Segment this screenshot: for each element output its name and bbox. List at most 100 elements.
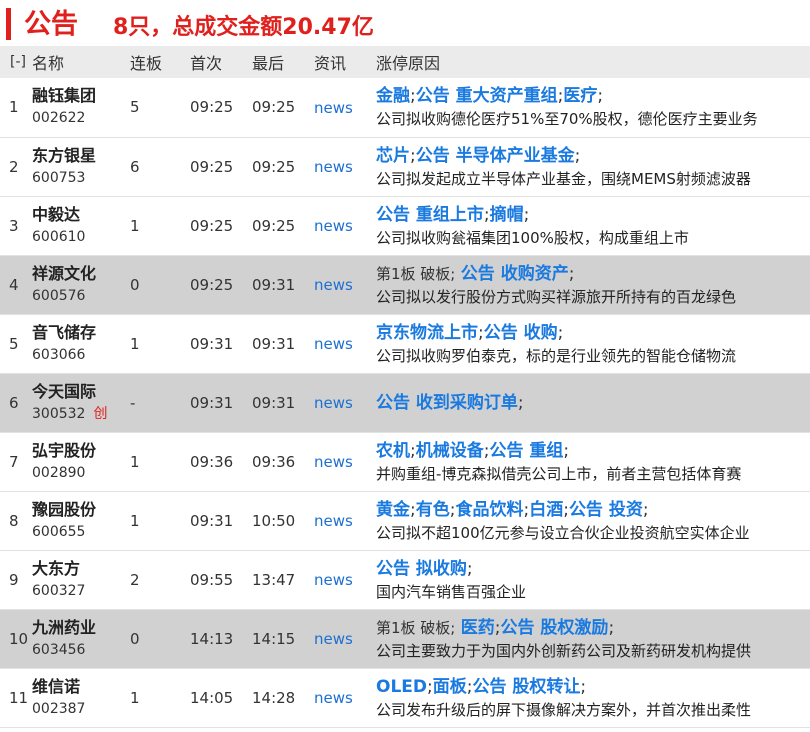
reason-tag-link[interactable]: 公告 重组上市: [376, 205, 484, 225]
reason-tag-link[interactable]: 面板: [433, 677, 467, 697]
stock-code-line: 002387: [32, 698, 130, 720]
row-index: 3: [9, 216, 19, 235]
reason-cell: 公告 拟收购; 国内汽车销售百强企业: [376, 550, 810, 609]
reason-tag-link[interactable]: 黄金: [376, 500, 410, 520]
first-limit-time: 09:31: [190, 393, 234, 412]
reason-tag-link[interactable]: 京东物流上市: [376, 323, 478, 343]
news-link[interactable]: news: [314, 571, 353, 589]
table-row[interactable]: 10 九洲药业 603456 0 14:13 14:15 news 第1板 破板; 医药;公告…: [0, 609, 810, 668]
table-row[interactable]: 4 祥源文化 600576 0 09:25 09:31 news 第1板 破板; 公告 收购资…: [0, 255, 810, 314]
stock-name-link[interactable]: 豫园股份: [32, 499, 130, 521]
news-link[interactable]: news: [314, 394, 353, 412]
reason-tag-link[interactable]: 金融: [376, 86, 410, 106]
reason-tag-link[interactable]: 公告 股权转让: [472, 677, 580, 697]
reason-tag-link[interactable]: 公告 重组: [489, 441, 563, 461]
stock-name-link[interactable]: 祥源文化: [32, 263, 130, 285]
tag-separator: ;: [574, 145, 581, 166]
table-row[interactable]: 5 音飞储存 603066 1 09:31 09:31 news 京东物流上市;公告 收购; 公…: [0, 314, 810, 373]
last-limit-time: 10:50: [252, 511, 296, 530]
reason-cell: 黄金;有色;食品饮料;白酒;公告 投资; 公司拟不超100亿元参与设立合伙企业投资…: [376, 491, 810, 550]
stock-name-link[interactable]: 东方银星: [32, 145, 130, 167]
news-link[interactable]: news: [314, 453, 353, 471]
reason-tag-link[interactable]: 公告 重大资产重组: [416, 86, 558, 106]
reason-tag-link[interactable]: 医药: [461, 618, 495, 638]
news-link[interactable]: news: [314, 276, 353, 294]
column-header-boards[interactable]: 连板: [130, 46, 190, 78]
reason-cell: 京东物流上市;公告 收购; 公司拟收购罗伯泰克，标的是行业领先的智能仓储物流: [376, 314, 810, 373]
table-row[interactable]: 9 大东方 600327 2 09:55 13:47 news 公告 拟收购; 国内汽车销售百强…: [0, 550, 810, 609]
stock-name-link[interactable]: 中毅达: [32, 204, 130, 226]
reason-tags: OLED;面板;公告 股权转让;: [376, 675, 810, 699]
row-index: 1: [9, 98, 19, 117]
reason-tag-link[interactable]: 摘帽: [490, 205, 524, 225]
stock-name-link[interactable]: 大东方: [32, 558, 130, 580]
last-limit-time: 09:31: [252, 334, 296, 353]
reason-tag-link[interactable]: 有色: [416, 500, 450, 520]
last-limit-time: 13:47: [252, 570, 296, 589]
table-row[interactable]: 3 中毅达 600610 1 09:25 09:25 news 公告 重组上市;摘帽; 公司拟收…: [0, 196, 810, 255]
reason-cell: 公告 重组上市;摘帽; 公司拟收购瓮福集团100%股权，构成重组上市: [376, 196, 810, 255]
table-row[interactable]: 8 豫园股份 600655 1 09:31 10:50 news 黄金;有色;食品饮料;白酒;…: [0, 491, 810, 550]
reason-tag-link[interactable]: 医疗: [563, 86, 597, 106]
reason-tags: 公告 拟收购;: [376, 557, 810, 581]
reason-tag-link[interactable]: 公告 收购资产: [461, 264, 569, 284]
reason-description: 公司拟收购德伦医疗51%至70%股权，德伦医疗主要业务: [376, 110, 758, 129]
reason-tag-link[interactable]: 公告 收到采购订单: [376, 393, 518, 413]
reason-tag-link[interactable]: 食品饮料: [455, 500, 523, 520]
tag-separator: ;: [466, 558, 473, 579]
table-row[interactable]: 6 今天国际 300532 创 - 09:31 09:31 news 公告 收到采购订单;: [0, 373, 810, 432]
news-link[interactable]: news: [314, 99, 353, 117]
reason-tags: 黄金;有色;食品饮料;白酒;公告 投资;: [376, 498, 810, 522]
tag-separator: ;: [517, 392, 524, 413]
table-row[interactable]: 2 东方银星 600753 6 09:25 09:25 news 芯片;公告 半导体产业基金;…: [0, 137, 810, 196]
reason-description: 公司拟以发行股份方式购买祥源旅开所持有的百龙绿色: [376, 287, 737, 306]
stock-name-link[interactable]: 弘宇股份: [32, 440, 130, 462]
news-link[interactable]: news: [314, 335, 353, 353]
stock-name-link[interactable]: 今天国际: [32, 381, 130, 403]
reason-tag-link[interactable]: OLED: [376, 677, 427, 697]
collapse-toggle[interactable]: [-]: [0, 46, 32, 78]
reason-tag-link[interactable]: 农机: [376, 441, 410, 461]
reason-tag-link[interactable]: 白酒: [529, 500, 563, 520]
row-index: 2: [9, 157, 19, 176]
news-link[interactable]: news: [314, 217, 353, 235]
column-header-name[interactable]: 名称: [32, 46, 130, 78]
table-row[interactable]: 11 维信诺 002387 1 14:05 14:28 news OLED;面板;公告 股权转…: [0, 668, 810, 727]
tag-separator: ;: [568, 263, 575, 284]
stock-name-link[interactable]: 维信诺: [32, 676, 130, 698]
column-header-first-time[interactable]: 首次: [190, 46, 252, 78]
news-cell: news: [314, 137, 376, 196]
reason-tag-link[interactable]: 机械设备: [416, 441, 484, 461]
news-link[interactable]: news: [314, 630, 353, 648]
table-row[interactable]: 1 融钰集团 002622 5 09:25 09:25 news 金融;公告 重大资产重组;医…: [0, 78, 810, 137]
first-limit-time: 09:25: [190, 216, 234, 235]
consecutive-boards: 1: [130, 688, 140, 707]
stock-name-link[interactable]: 融钰集团: [32, 85, 130, 107]
first-limit-time: 14:05: [190, 688, 234, 707]
reason-tag-link[interactable]: 公告 半导体产业基金: [416, 146, 575, 166]
reason-tag-link[interactable]: 公告 拟收购: [376, 559, 467, 579]
reason-cell: 公告 收到采购订单;: [376, 373, 810, 432]
stock-name-link[interactable]: 音飞储存: [32, 322, 130, 344]
last-limit-time: 09:25: [252, 157, 296, 176]
reason-tag-link[interactable]: 公告 收购: [484, 323, 558, 343]
reason-tags: 金融;公告 重大资产重组;医疗;: [376, 84, 810, 108]
reason-tag-link[interactable]: 芯片: [376, 146, 410, 166]
column-header-last-time[interactable]: 最后: [252, 46, 314, 78]
table-row[interactable]: 7 弘宇股份 002890 1 09:36 09:36 news 农机;机械设备;公告 重组;…: [0, 432, 810, 491]
stock-cell: 今天国际 300532 创: [32, 373, 130, 432]
reason-tag-link[interactable]: 公告 投资: [569, 500, 643, 520]
consecutive-boards: 1: [130, 452, 140, 471]
news-link[interactable]: news: [314, 689, 353, 707]
news-link[interactable]: news: [314, 158, 353, 176]
stock-code: 600610: [32, 228, 86, 245]
stock-cell: 融钰集团 002622: [32, 78, 130, 137]
consecutive-boards: 1: [130, 511, 140, 530]
stock-code: 600753: [32, 169, 86, 186]
reason-tag-link[interactable]: 公告 股权激励: [501, 618, 609, 638]
stock-name-link[interactable]: 九洲药业: [32, 617, 130, 639]
news-link[interactable]: news: [314, 512, 353, 530]
stock-code-line: 603066: [32, 344, 130, 366]
consecutive-boards: 5: [130, 98, 140, 117]
first-limit-time: 14:13: [190, 629, 234, 648]
